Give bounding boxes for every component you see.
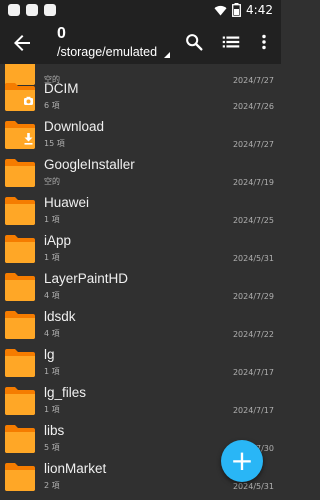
list-item[interactable]: iApp 1 項 2024/5/31 — [0, 230, 281, 268]
list-item[interactable]: GoogleInstaller 空的 2024/7/19 — [0, 154, 281, 192]
file-date: 2024/7/25 — [232, 216, 274, 225]
file-item-count: 5 項 — [44, 443, 60, 452]
list-view-icon[interactable] — [220, 31, 242, 53]
file-name: iApp — [44, 233, 72, 248]
folder-icon — [5, 159, 35, 187]
file-item-count: 1 項 — [44, 253, 60, 262]
folder-icon — [5, 121, 35, 149]
file-name: LayerPaintHD — [44, 271, 129, 286]
file-item-count: 15 項 — [44, 139, 65, 148]
wifi-icon — [214, 5, 227, 16]
file-date: 2024/5/31 — [232, 482, 274, 491]
app-bar: 0 /storage/emulated — [0, 22, 281, 64]
folder-icon — [5, 235, 35, 263]
file-item-count: 4 項 — [44, 329, 60, 338]
list-item[interactable]: Huawei 1 項 2024/7/25 — [0, 192, 281, 230]
file-name: Huawei — [44, 195, 90, 210]
list-item[interactable]: Download 15 項 2024/7/27 — [0, 116, 281, 154]
camera-icon — [24, 96, 33, 105]
current-path[interactable]: /storage/emulated — [57, 45, 157, 59]
file-item-count: 1 項 — [44, 367, 60, 376]
notification-icon — [44, 4, 56, 16]
file-date: 2024/7/26 — [232, 102, 274, 111]
file-name: Download — [44, 119, 105, 134]
file-name: lg — [44, 347, 55, 362]
file-name: DCIM — [44, 81, 79, 96]
add-button[interactable]: + — [221, 440, 263, 482]
file-item-count: 6 項 — [44, 101, 60, 110]
file-date: 2024/5/31 — [232, 254, 274, 263]
file-name: lg_files — [44, 385, 87, 400]
path-dropdown-icon[interactable] — [164, 52, 170, 58]
list-item[interactable]: LayerPaintHD 4 項 2024/7/29 — [0, 268, 281, 306]
folder-icon — [5, 83, 35, 111]
search-icon[interactable] — [183, 31, 205, 53]
file-item-count: 空的 — [44, 177, 60, 186]
file-item-count: 4 項 — [44, 291, 60, 300]
file-date: 2024/7/27 — [232, 140, 274, 149]
list-item[interactable]: ldsdk 4 項 2024/7/22 — [0, 306, 281, 344]
file-date: 2024/7/19 — [232, 178, 274, 187]
file-date: 2024/7/22 — [232, 330, 274, 339]
list-item[interactable]: DCIM 6 項 2024/7/26 — [0, 78, 281, 116]
file-name: lionMarket — [44, 461, 107, 476]
list-item[interactable]: lg_files 1 項 2024/7/17 — [0, 382, 281, 420]
folder-icon — [5, 273, 35, 301]
file-name: ldsdk — [44, 309, 76, 324]
add-icon: + — [230, 444, 254, 477]
battery-icon — [232, 3, 241, 17]
file-date: 2024/7/29 — [232, 292, 274, 301]
arrow-back-icon[interactable] — [10, 31, 34, 55]
file-list: 空的 2024/7/27 DCIM 6 項 2024/7/26 Download… — [0, 64, 281, 500]
file-item-count: 1 項 — [44, 405, 60, 414]
clock: 4:42 — [246, 3, 273, 17]
status-indicators: 4:42 — [214, 3, 273, 17]
status-bar: 4:42 — [0, 0, 281, 22]
folder-icon — [5, 349, 35, 377]
list-item[interactable]: lg 1 項 2024/7/17 — [0, 344, 281, 382]
file-name: GoogleInstaller — [44, 157, 135, 172]
file-item-count: 1 項 — [44, 215, 60, 224]
more-vert-icon[interactable] — [253, 31, 275, 53]
notification-icon — [26, 4, 38, 16]
selection-count: 0 — [57, 25, 66, 42]
folder-icon — [5, 311, 35, 339]
folder-icon — [5, 197, 35, 225]
folder-icon — [5, 387, 35, 415]
file-item-count: 2 項 — [44, 481, 60, 490]
file-date: 2024/7/17 — [232, 406, 274, 415]
file-date: 2024/7/17 — [232, 368, 274, 377]
file-name: libs — [44, 423, 65, 438]
folder-icon — [5, 463, 35, 491]
folder-icon — [5, 425, 35, 453]
notification-icon — [8, 4, 20, 16]
